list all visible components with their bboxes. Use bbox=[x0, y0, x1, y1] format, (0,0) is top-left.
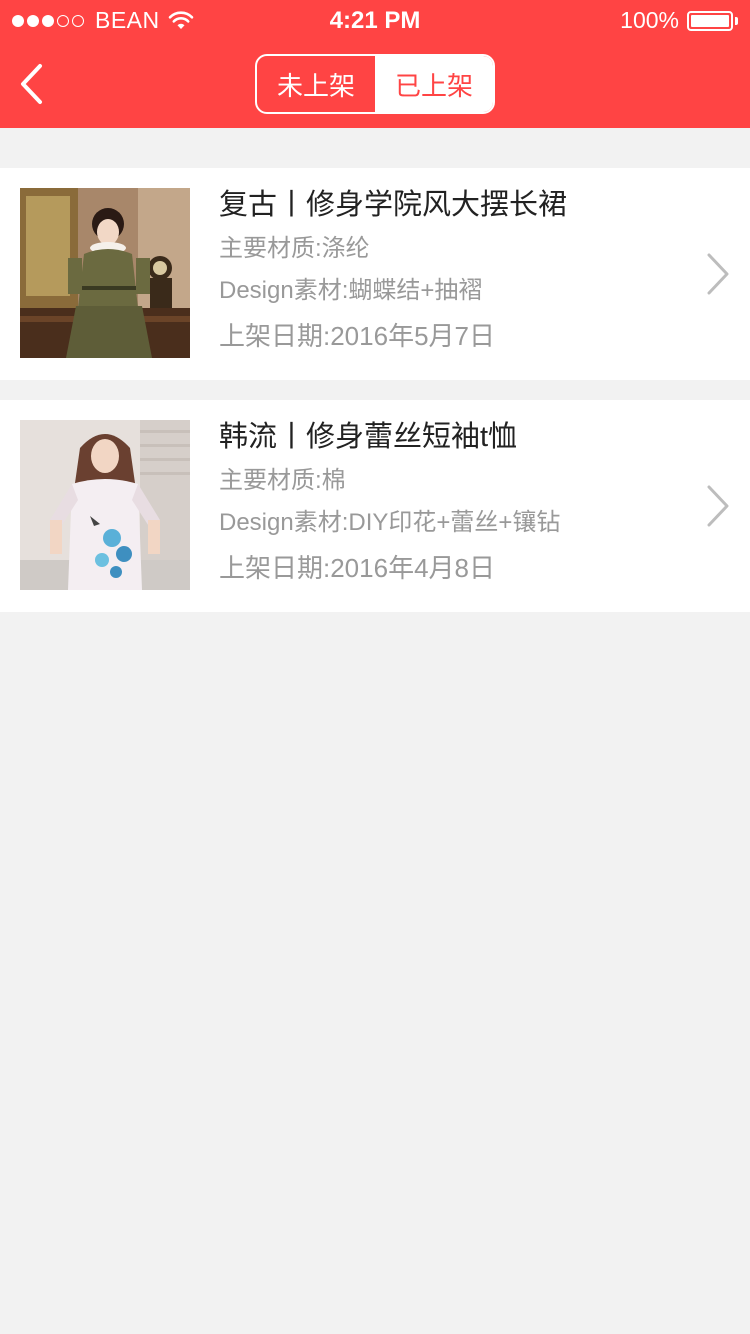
product-info: 复古丨修身学院风大摆长裙 主要材质:涤纶 Design素材:蝴蝶结+抽褶 上架日… bbox=[219, 182, 679, 360]
tab-listed[interactable]: 已上架 bbox=[375, 56, 493, 112]
header-bar: BEAN 4:21 PM 100% 未上架 已上架 bbox=[0, 0, 750, 128]
back-button[interactable] bbox=[14, 60, 54, 108]
product-title: 韩流丨修身蕾丝短袖t恤 bbox=[219, 421, 518, 453]
tab-unlisted[interactable]: 未上架 bbox=[257, 56, 375, 112]
chevron-right-icon bbox=[707, 485, 729, 527]
product-info: 韩流丨修身蕾丝短袖t恤 主要材质:棉 Design素材:DIY印花+蕾丝+镶钻 … bbox=[219, 414, 679, 592]
product-item[interactable]: 复古丨修身学院风大摆长裙 主要材质:涤纶 Design素材:蝴蝶结+抽褶 上架日… bbox=[0, 168, 750, 380]
status-bar: BEAN 4:21 PM 100% bbox=[0, 0, 750, 40]
product-material: 主要材质:棉 bbox=[219, 467, 346, 494]
battery-icon bbox=[687, 10, 733, 31]
product-date: 上架日期:2016年4月8日 bbox=[219, 553, 495, 583]
status-right: 100% bbox=[620, 7, 738, 34]
product-material: 主要材质:涤纶 bbox=[219, 235, 370, 262]
product-date: 上架日期:2016年5月7日 bbox=[219, 321, 495, 351]
product-item[interactable]: 韩流丨修身蕾丝短袖t恤 主要材质:棉 Design素材:DIY印花+蕾丝+镶钻 … bbox=[0, 400, 750, 612]
product-title: 复古丨修身学院风大摆长裙 bbox=[219, 189, 568, 221]
chevron-left-icon bbox=[21, 64, 42, 104]
battery-tip bbox=[735, 16, 738, 25]
product-design: Design素材:DIY印花+蕾丝+镶钻 bbox=[219, 509, 561, 536]
product-thumbnail bbox=[20, 188, 190, 358]
product-design: Design素材:蝴蝶结+抽褶 bbox=[219, 277, 483, 304]
segmented-control: 未上架 已上架 bbox=[255, 54, 495, 114]
battery-percent: 100% bbox=[620, 7, 679, 33]
product-list: 复古丨修身学院风大摆长裙 主要材质:涤纶 Design素材:蝴蝶结+抽褶 上架日… bbox=[0, 168, 750, 632]
product-thumbnail bbox=[20, 420, 190, 590]
chevron-right-icon bbox=[707, 253, 729, 295]
